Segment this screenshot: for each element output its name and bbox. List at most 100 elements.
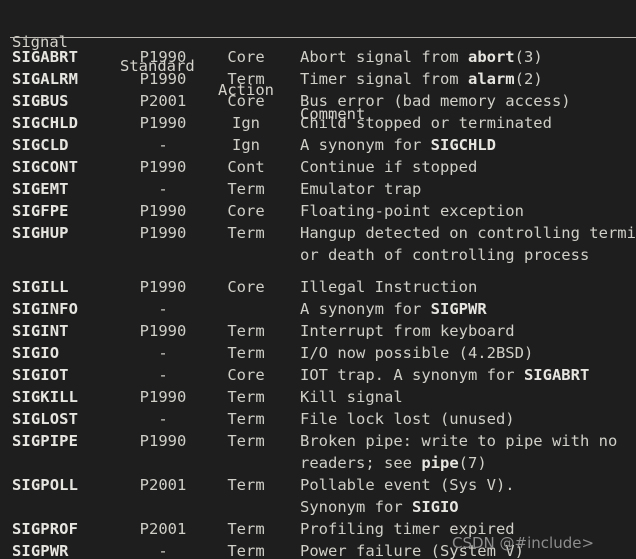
cell-standard: P2001 (139, 92, 187, 110)
table-row: SIGLOST - Term File lock lost (unused) (0, 408, 636, 430)
table-row: SIGABRT P1990 Core Abort signal from abort(… (0, 46, 636, 68)
cell-signal-name: SIGINFO (12, 300, 79, 318)
cell-comment: Child stopped or terminated (300, 112, 636, 134)
table-row: SIGCONT P1990 Cont Continue if stopped (0, 156, 636, 178)
cell-action: Ign (232, 114, 260, 132)
cell-action: Term (227, 410, 265, 428)
cell-comment: Floating-point exception (300, 200, 636, 222)
table-header-row: Signal Standard Action Comment (0, 6, 636, 123)
table-row: SIGINT P1990 Term Interrupt from keyboard (0, 320, 636, 342)
comment-text: A synonym for (300, 300, 431, 318)
cell-comment: Bus error (bad memory access) (300, 90, 636, 112)
cell-signal-name: SIGPOLL (12, 476, 79, 494)
comment-text: Bus error (bad memory access) (300, 92, 571, 110)
header-separator-rule (10, 37, 636, 38)
comment-text: Child stopped or terminated (300, 114, 552, 132)
cell-action: Core (227, 92, 265, 110)
cell-action: Term (227, 322, 265, 340)
table-row: SIGPROF P2001 Term Profiling timer expired (0, 518, 636, 540)
cell-action: Term (227, 432, 265, 450)
comment-text: Interrupt from keyboard (300, 322, 515, 340)
cell-comment: Continue if stopped (300, 156, 636, 178)
table-row: SIGCLD - Ign A synonym for SIGCHLD (0, 134, 636, 156)
cell-action: Term (227, 344, 265, 362)
cell-action (214, 298, 278, 320)
cell-standard: P1990 (139, 278, 187, 296)
comment-emphasis: abort (467, 48, 515, 66)
cell-action: Term (227, 388, 265, 406)
comment-text: (7) (458, 454, 487, 472)
comment-text: Hangup detected on controlling termina (300, 224, 636, 242)
cell-action: Term (227, 542, 265, 559)
cell-action: Core (227, 48, 265, 66)
cell-standard: - (158, 300, 168, 318)
table-row: SIGALRM P1990 Term Timer signal from alarm(… (0, 68, 636, 90)
comment-text: (2) (514, 70, 543, 88)
comment-text: A synonym for (300, 136, 431, 154)
comment-emphasis: SIGPWR (430, 300, 487, 318)
cell-standard: P2001 (139, 476, 187, 494)
cell-signal-name: SIGABRT (12, 48, 79, 66)
cell-signal-name: SIGALRM (12, 70, 79, 88)
cell-standard: - (158, 180, 168, 198)
cell-standard: P1990 (139, 114, 187, 132)
cell-action: Core (227, 202, 265, 220)
table-row: SIGKILL P1990 Term Kill signal (0, 386, 636, 408)
table-row: SIGILL P1990 Core Illegal Instruction (0, 276, 636, 298)
cell-standard: P1990 (139, 322, 187, 340)
table-row-continuation: or death of controlling process (0, 244, 636, 266)
cell-standard: P1990 (139, 388, 187, 406)
comment-text: Synonym for (300, 498, 412, 516)
cell-standard: - (158, 136, 168, 154)
comment-text: Power failure (System V) (300, 542, 524, 559)
cell-standard: - (158, 344, 168, 362)
cell-comment: Emulator trap (300, 178, 636, 200)
comment-text: Timer signal from (300, 70, 468, 88)
cell-action: Term (227, 180, 265, 198)
cell-signal-name: SIGKILL (12, 388, 79, 406)
comment-text: (3) (514, 48, 543, 66)
cell-comment: IOT trap. A synonym for SIGABRT (300, 364, 636, 386)
row-spacer (0, 266, 636, 276)
document-page: Signal Standard Action Comment SIGABRT P1… (0, 0, 636, 559)
table-row: SIGPWR - Term Power failure (System V) (0, 540, 636, 559)
table-header: Signal Standard Action Comment (0, 0, 636, 123)
cell-standard: P1990 (139, 224, 187, 242)
table-row: SIGIO - Term I/O now possible (4.2BSD) (0, 342, 636, 364)
cell-comment: Timer signal from alarm(2) (300, 68, 636, 90)
cell-action: Core (227, 366, 265, 384)
cell-comment-continued: or death of controlling process (300, 244, 636, 266)
table-row: SIGEMT - Term Emulator trap (0, 178, 636, 200)
cell-comment-continued: Synonym for SIGIO (300, 496, 636, 518)
cell-comment: File lock lost (unused) (300, 408, 636, 430)
cell-signal-name: SIGBUS (12, 92, 69, 110)
comment-text: or death of controlling process (300, 246, 590, 264)
comment-text: Broken pipe: write to pipe with no (300, 432, 618, 450)
cell-comment: Broken pipe: write to pipe with no (300, 430, 636, 452)
cell-comment: A synonym for SIGCHLD (300, 134, 636, 156)
cell-comment: Pollable event (Sys V). (300, 474, 636, 496)
cell-signal-name: SIGPWR (12, 542, 69, 559)
cell-comment: Hangup detected on controlling termina (300, 222, 636, 244)
cell-signal-name: SIGCLD (12, 136, 69, 154)
cell-action: Term (227, 224, 265, 242)
cell-comment: Interrupt from keyboard (300, 320, 636, 342)
table-row: SIGBUS P2001 Core Bus error (bad memory acc… (0, 90, 636, 112)
cell-standard: P1990 (139, 70, 187, 88)
cell-signal-name: SIGPIPE (12, 432, 79, 450)
table-row: SIGPIPE P1990 Term Broken pipe: write to pi… (0, 430, 636, 452)
cell-action: Core (227, 278, 265, 296)
table-row: SIGFPE P1990 Core Floating-point exception (0, 200, 636, 222)
cell-standard: P1990 (139, 48, 187, 66)
cell-comment-continued: readers; see pipe(7) (300, 452, 636, 474)
cell-signal-name: SIGCONT (12, 158, 79, 176)
cell-comment: Power failure (System V) (300, 540, 636, 559)
cell-comment: Illegal Instruction (300, 276, 636, 298)
comment-emphasis: alarm (467, 70, 515, 88)
cell-action: Term (227, 520, 265, 538)
cell-comment: Abort signal from abort(3) (300, 46, 636, 68)
cell-action: Term (227, 70, 265, 88)
cell-signal-name: SIGEMT (12, 180, 69, 198)
cell-signal-name: SIGILL (12, 278, 69, 296)
cell-comment: Kill signal (300, 386, 636, 408)
